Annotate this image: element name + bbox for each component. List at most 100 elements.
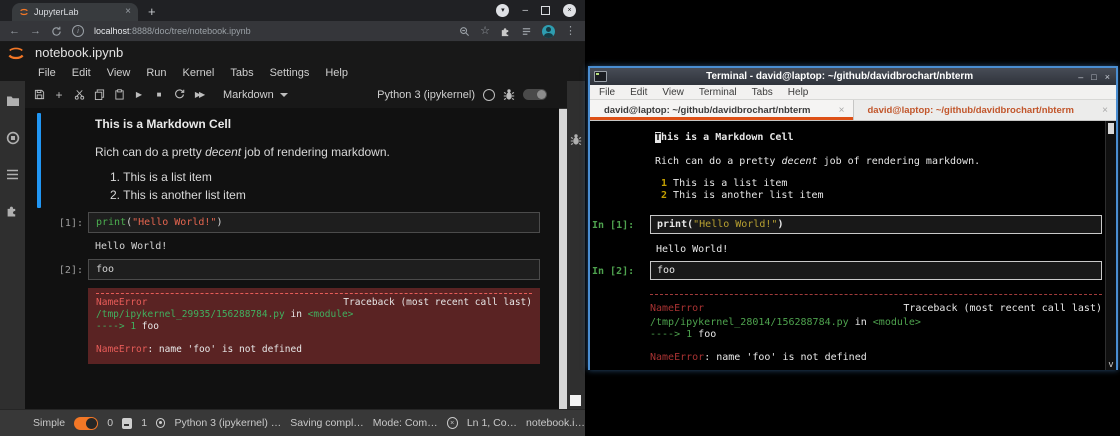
terminal-tab-inactive[interactable]: david@laptop: ~/github/davidbrochart/nbt…	[854, 100, 1117, 120]
error-name: NameError	[650, 303, 704, 314]
simple-mode-toggle[interactable]	[74, 417, 98, 430]
list-item: 2. This is another list item	[110, 188, 246, 202]
bookmark-star-icon[interactable]: ☆	[480, 26, 490, 37]
code-function: print	[657, 219, 687, 230]
running-sessions-icon[interactable]	[6, 131, 20, 145]
terminal-menu-terminal[interactable]: Terminal	[699, 87, 737, 98]
browser-toolbar: ← → i localhost:8888/doc/tree/notebook.i…	[0, 21, 585, 42]
cell1-prompt: [1]:	[41, 218, 83, 229]
terminal-tab-close-icon[interactable]: ×	[839, 105, 845, 116]
terminal-maximize-button[interactable]: □	[1091, 72, 1096, 82]
extensions-puzzle-icon[interactable]	[500, 26, 511, 37]
code-function: print	[96, 217, 126, 228]
cell2-editor[interactable]: foo	[88, 259, 540, 280]
menu-run[interactable]: Run	[138, 67, 174, 79]
cell-type-dropdown[interactable]: Markdown	[223, 89, 288, 101]
kernel-sessions-icon	[156, 418, 165, 428]
scroll-down-indicator[interactable]: v	[1106, 360, 1116, 370]
forward-icon[interactable]: →	[30, 26, 41, 37]
back-icon[interactable]: ←	[9, 26, 20, 37]
error-name: NameError	[96, 344, 147, 355]
tab-search-button[interactable]: ▾	[496, 4, 509, 17]
tab-close-icon[interactable]: ×	[125, 7, 131, 17]
cell1-editor[interactable]: print("Hello World!")	[88, 212, 540, 233]
extension-manager-icon[interactable]	[6, 204, 19, 217]
nbterm-prompt1: In [1]:	[592, 220, 634, 231]
code-paren: )	[216, 217, 222, 228]
debugger-sidebar-icon[interactable]	[570, 133, 582, 146]
address-bar[interactable]: localhost:8888/doc/tree/notebook.ipynb	[94, 26, 449, 36]
para-pre: Rich can do a pretty	[95, 145, 205, 159]
add-cell-icon[interactable]: +	[49, 85, 69, 105]
terminal-menu-tabs[interactable]: Tabs	[752, 87, 773, 98]
cell2-prompt: [2]:	[41, 265, 83, 276]
terminal-menu-edit[interactable]: Edit	[630, 87, 647, 98]
paste-cells-icon[interactable]	[109, 85, 129, 105]
reload-icon[interactable]	[51, 26, 62, 37]
debugger-bug-icon[interactable]	[503, 88, 515, 101]
nbterm-cell2-editor[interactable]: foo	[650, 261, 1102, 280]
terminal-scrollbar[interactable]: v	[1105, 121, 1116, 370]
notebook-scrollbar[interactable]	[559, 81, 567, 410]
new-tab-button[interactable]: +	[148, 5, 156, 18]
kernel-status-icon[interactable]	[483, 89, 495, 101]
run-cell-icon[interactable]: ▶	[129, 85, 149, 105]
restart-kernel-icon[interactable]	[169, 85, 189, 105]
menu-file[interactable]: File	[30, 67, 64, 79]
maximize-button[interactable]	[541, 6, 550, 15]
url-path: :8888/doc/tree/notebook.ipynb	[130, 26, 251, 36]
menu-settings[interactable]: Settings	[262, 67, 318, 79]
markdown-heading[interactable]: This is a Markdown Cell	[95, 117, 231, 131]
terminal-app-icon	[594, 71, 607, 82]
traceback-header: NameError Traceback (most recent call la…	[96, 297, 532, 309]
traceback-label: Traceback (most recent call last)	[343, 297, 532, 309]
profile-avatar[interactable]	[542, 25, 555, 38]
save-icon[interactable]	[29, 85, 49, 105]
file-browser-icon[interactable]	[6, 95, 20, 107]
browser-menu-icon[interactable]: ⋮	[565, 26, 576, 37]
terminal-menu-view[interactable]: View	[662, 87, 684, 98]
terminal-minimize-button[interactable]: –	[1078, 72, 1083, 82]
terminal-close-button[interactable]: ×	[1105, 72, 1110, 82]
reading-list-icon[interactable]	[521, 26, 532, 37]
zoom-icon[interactable]	[459, 26, 470, 37]
notebook-content: This is a Markdown Cell Rich can do a pr…	[25, 108, 559, 410]
browser-tab[interactable]: JupyterLab ×	[12, 3, 138, 21]
document-title: notebook.ipynb	[35, 45, 123, 60]
statusbar-cursor-position[interactable]: Ln 1, Co…	[467, 417, 517, 429]
copy-cells-icon[interactable]	[89, 85, 109, 105]
terminal-menu-help[interactable]: Help	[788, 87, 809, 98]
terminal-titlebar[interactable]: Terminal - david@laptop: ~/github/davidb…	[590, 68, 1116, 85]
restart-run-all-icon[interactable]: ▶▶	[189, 85, 209, 105]
interrupt-kernel-icon[interactable]: ■	[149, 85, 169, 105]
site-info-icon[interactable]: i	[72, 25, 84, 37]
terminal-menu-file[interactable]: File	[599, 87, 615, 98]
kernel-name[interactable]: Python 3 (ipykernel)	[377, 89, 475, 101]
nbterm-cell1-editor[interactable]: print("Hello World!")	[650, 215, 1102, 234]
cell-type-value: Markdown	[223, 89, 274, 101]
menu-help[interactable]: Help	[317, 67, 356, 79]
jupyterlab-body: + ▶ ■ ▶▶ Markdown	[0, 81, 585, 410]
close-button[interactable]: ×	[563, 4, 576, 17]
terminal-tab-close-icon[interactable]: ×	[1102, 105, 1108, 116]
window-controls: ▾ – ×	[496, 4, 585, 17]
menu-view[interactable]: View	[99, 67, 139, 79]
list-item-text: This is another list item	[123, 188, 246, 202]
nbterm-prompt2: In [2]:	[592, 266, 634, 277]
menu-tabs[interactable]: Tabs	[222, 67, 261, 79]
terminal-screen[interactable]: This is a Markdown Cell Rich can do a pr…	[590, 121, 1116, 370]
minimize-button[interactable]: –	[522, 8, 528, 14]
terminal-scrollbar-thumb[interactable]	[1108, 123, 1114, 134]
list-item-number: 2.	[110, 188, 120, 202]
cell1-output: Hello World!	[95, 241, 167, 252]
debugger-toggle[interactable]	[523, 89, 547, 100]
statusbar-kernel[interactable]: Python 3 (ipykernel) …	[174, 417, 281, 429]
table-of-contents-icon[interactable]	[6, 169, 19, 180]
menu-edit[interactable]: Edit	[64, 67, 99, 79]
nbterm-error-message-line: NameError: name 'foo' is not defined	[650, 352, 867, 363]
menu-kernel[interactable]: Kernel	[175, 67, 223, 79]
nbterm-markdown-paragraph: Rich can do a pretty decent job of rende…	[655, 156, 980, 167]
markdown-paragraph[interactable]: Rich can do a pretty decent job of rende…	[95, 145, 390, 159]
terminal-tab-active[interactable]: david@laptop: ~/github/davidbrochart/nbt…	[590, 100, 854, 120]
cut-cells-icon[interactable]	[69, 85, 89, 105]
